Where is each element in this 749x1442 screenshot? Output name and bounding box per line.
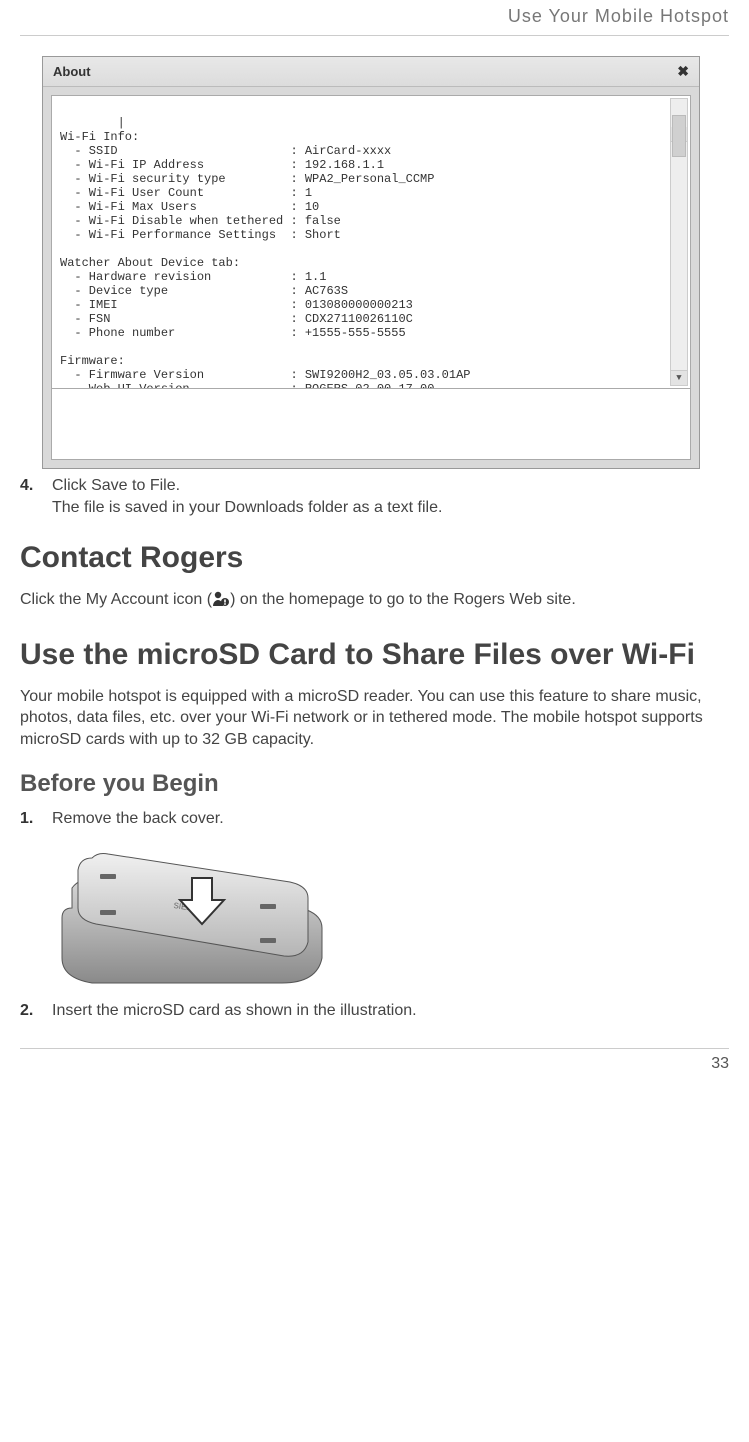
step-2: 2. Insert the microSD card as shown in t… — [20, 1002, 729, 1020]
about-dialog-lower-area — [51, 389, 691, 460]
step-2-text: Insert the microSD card as shown in the … — [52, 1002, 729, 1020]
about-dialog-title: About — [53, 64, 91, 79]
about-dialog-text: | Wi-Fi Info: - SSID : AirCard-xxxx - Wi… — [60, 116, 470, 389]
step-4-number: 4. — [20, 477, 52, 495]
microsd-paragraph: Your mobile hotspot is equipped with a m… — [20, 686, 729, 751]
scroll-thumb[interactable] — [672, 115, 686, 157]
step-4-text: Click Save to File. — [52, 477, 729, 495]
about-dialog-textarea[interactable]: | Wi-Fi Info: - SSID : AirCard-xxxx - Wi… — [51, 95, 691, 389]
step-4: 4. Click Save to File. — [20, 477, 729, 495]
close-icon[interactable]: ✖ — [677, 63, 689, 80]
about-dialog-body-wrap: | Wi-Fi Info: - SSID : AirCard-xxxx - Wi… — [43, 87, 699, 468]
heading-microsd: Use the microSD Card to Share Files over… — [20, 638, 729, 672]
my-account-icon — [212, 591, 230, 614]
step-4-subtext: The file is saved in your Downloads fold… — [52, 499, 729, 517]
running-header: Use Your Mobile Hotspot — [20, 0, 729, 36]
heading-before-you-begin: Before you Begin — [20, 770, 729, 798]
heading-contact-rogers: Contact Rogers — [20, 541, 729, 575]
about-dialog: About ✖ | Wi-Fi Info: - SSID : AirCard-x… — [42, 56, 700, 469]
page-number: 33 — [20, 1048, 729, 1073]
step-1-number: 1. — [20, 810, 52, 828]
scroll-down-icon[interactable]: ▼ — [671, 370, 687, 385]
contact-rogers-paragraph: Click the My Account icon ( ) on the home… — [20, 589, 729, 614]
contact-para-pre: Click the My Account icon ( — [20, 591, 212, 608]
about-dialog-titlebar: About ✖ — [43, 57, 699, 87]
scrollbar[interactable]: ▲ ▼ — [670, 98, 688, 386]
step-1-text: Remove the back cover. — [52, 810, 729, 828]
step-2-number: 2. — [20, 1002, 52, 1020]
device-back-cover-illustration: SIERRA — [52, 838, 332, 988]
step-1: 1. Remove the back cover. — [20, 810, 729, 828]
contact-para-post: ) on the homepage to go to the Rogers We… — [230, 591, 576, 608]
